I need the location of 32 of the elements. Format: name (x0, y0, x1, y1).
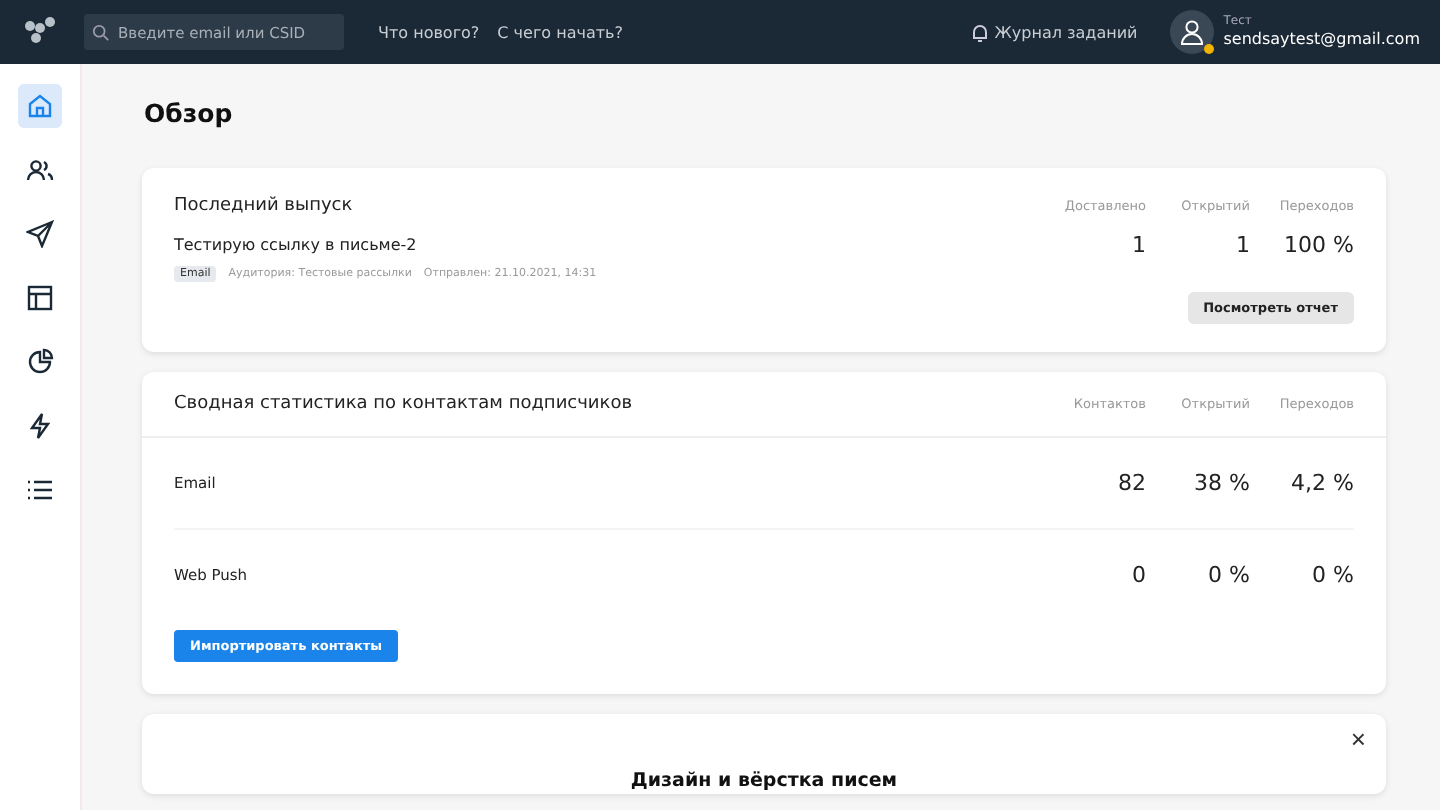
list-icon (26, 476, 54, 504)
promo-title: Дизайн и вёрстка писем (630, 770, 898, 794)
stat-value: 0 % (1310, 562, 1354, 588)
page-title: Обзор (144, 98, 235, 128)
home-icon (26, 92, 54, 120)
stat-value: 100 % (1282, 232, 1354, 258)
stat-value: 0 (1130, 562, 1146, 588)
pie-chart-icon (26, 348, 54, 376)
bell-icon (972, 23, 989, 41)
paper-plane-icon (26, 220, 54, 248)
user-avatar[interactable] (1169, 10, 1214, 54)
card-title: Сводная статистика по контактам подписчиков (174, 394, 635, 414)
stat-value: 1 (1234, 232, 1250, 258)
person-icon (1177, 18, 1206, 46)
search-icon (92, 23, 110, 41)
task-log-link[interactable]: Журнал заданий (972, 23, 1138, 41)
stat-value: 1 (1130, 232, 1146, 258)
issue-name[interactable]: Тестирую ссылку в письме-2 (174, 236, 1042, 254)
lightning-icon (26, 412, 54, 440)
stat-value: 0 % (1206, 562, 1250, 588)
logo-icon[interactable] (24, 16, 56, 48)
card-title: Последний выпуск (174, 196, 355, 216)
nav-link[interactable]: С чего начать? (497, 23, 623, 41)
close-button[interactable]: × (1350, 726, 1366, 752)
user-email: sendsaytest@gmail.com (1223, 29, 1420, 49)
users-icon (26, 156, 54, 184)
stat-value: 4,2 % (1289, 470, 1354, 496)
stat-value: 82 (1116, 470, 1146, 496)
layout-icon (26, 284, 54, 312)
stat-value: 38 % (1192, 470, 1250, 496)
status-dot (1203, 44, 1214, 54)
nav-link[interactable]: Что нового? (378, 23, 480, 41)
